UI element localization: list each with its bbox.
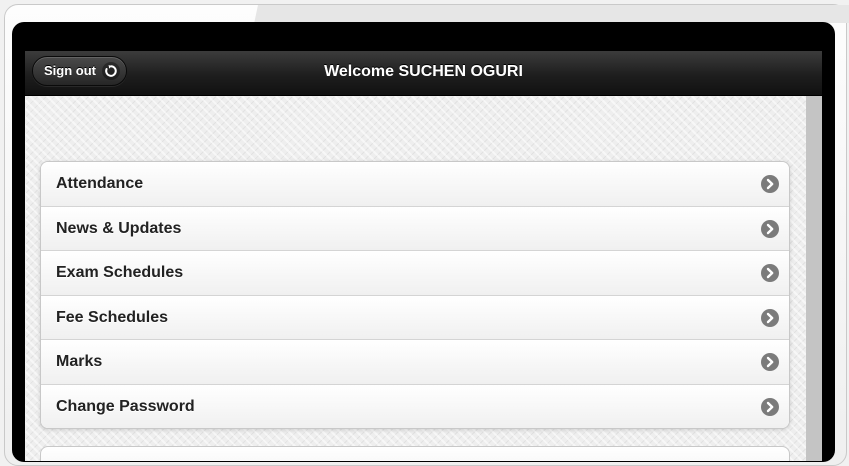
menu-item-fee-schedules[interactable]: Fee Schedules — [41, 294, 789, 339]
chevron-right-icon — [761, 397, 779, 416]
menu-list: Attendance News & Updates Exam Schedules… — [40, 161, 790, 429]
page-title: Welcome SUCHEN OGURI — [324, 63, 523, 80]
menu-item-news-updates[interactable]: News & Updates — [41, 205, 789, 250]
menu-item-label: Attendance — [56, 175, 144, 192]
menu-item-label: Fee Schedules — [56, 308, 169, 326]
menu-item-marks[interactable]: Marks — [41, 339, 789, 384]
menu-item-label: News & Updates — [56, 219, 182, 237]
chevron-right-icon — [761, 264, 779, 282]
app-header: Sign out Welcome SUCHEN OGURI — [25, 51, 822, 96]
chevron-right-icon — [761, 308, 779, 327]
chevron-right-icon — [761, 175, 779, 193]
scrollbar[interactable] — [806, 96, 822, 461]
chevron-right-icon — [761, 353, 779, 371]
menu-item-label: Change Password — [56, 397, 195, 415]
content-area: Attendance News & Updates Exam Schedules… — [25, 96, 806, 461]
app-viewport: Sign out Welcome SUCHEN OGURI Attendance… — [25, 51, 822, 461]
menu-item-exam-schedules[interactable]: Exam Schedules — [41, 250, 789, 295]
menu-item-label: Exam Schedules — [56, 264, 184, 281]
menu-item-change-password[interactable]: Change Password — [41, 383, 789, 428]
secondary-list — [40, 446, 790, 461]
menu-item-label: Marks — [56, 353, 103, 370]
chevron-right-icon — [761, 219, 779, 238]
frame-tab — [254, 5, 849, 23]
menu-item-attendance[interactable]: Attendance — [41, 162, 789, 206]
